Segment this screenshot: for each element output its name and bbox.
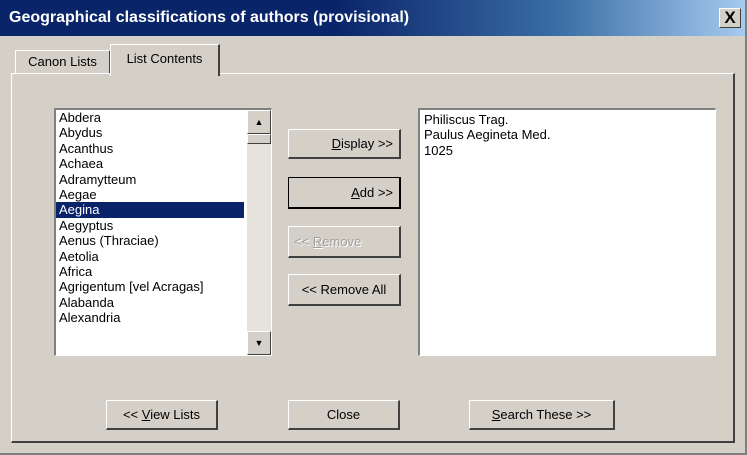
window-title: Geographical classifications of authors … — [9, 9, 410, 26]
scroll-up-arrow-icon[interactable]: ▲ — [247, 110, 271, 134]
list-item[interactable]: Abdera — [56, 110, 244, 125]
scroll-down-arrow-icon[interactable]: ▼ — [247, 331, 271, 355]
locations-list: Abdera Abydus Acanthus Achaea Adramytteum Aeg… — [56, 110, 244, 325]
close-window-button[interactable]: X — [719, 8, 741, 28]
list-item[interactable]: Adramytteum — [56, 172, 244, 187]
list-item[interactable]: Aetolia — [56, 249, 244, 264]
dialog-window: Geographical classifications of authors … — [0, 0, 747, 455]
listbox-scrollbar[interactable]: ▲ ▼ — [247, 110, 271, 355]
list-contents-lines: Philiscus Trag. Paulus Aegineta Med. 1025 — [424, 112, 550, 158]
remove-all-button[interactable]: << Remove All — [288, 274, 401, 306]
scroll-thumb[interactable] — [247, 134, 271, 144]
content-line: Philiscus Trag. — [424, 112, 509, 127]
list-item[interactable]: Aegae — [56, 187, 244, 202]
locations-listbox[interactable]: Abdera Abydus Acanthus Achaea Adramytteum Aeg… — [54, 108, 272, 356]
list-item[interactable]: Achaea — [56, 156, 244, 171]
list-item[interactable]: Acanthus — [56, 141, 244, 156]
list-item[interactable]: Agrigentum [vel Acragas] — [56, 279, 244, 294]
content-line: 1025 — [424, 142, 453, 158]
list-item[interactable]: Abydus — [56, 125, 244, 140]
remove-button[interactable]: << Remove — [288, 226, 401, 258]
close-button[interactable]: Close — [288, 400, 400, 430]
list-item[interactable]: Africa — [56, 264, 244, 279]
view-lists-button[interactable]: << View Lists — [106, 400, 218, 430]
list-item[interactable]: Aegyptus — [56, 218, 244, 233]
add-button[interactable]: Add >> — [288, 177, 401, 209]
display-button[interactable]: Display >> — [288, 129, 401, 159]
tab-list-contents[interactable]: List Contents — [110, 44, 220, 76]
list-item[interactable]: Alabanda — [56, 295, 244, 310]
list-item[interactable]: Aegina — [56, 202, 244, 218]
search-these-button[interactable]: Search These >> — [469, 400, 615, 430]
tab-canon-lists[interactable]: Canon Lists — [15, 50, 111, 74]
title-bar[interactable]: Geographical classifications of authors … — [0, 0, 745, 36]
list-contents-box[interactable]: Philiscus Trag. Paulus Aegineta Med. 1025 — [418, 108, 716, 356]
list-item[interactable]: Aenus (Thraciae) — [56, 233, 244, 248]
content-line: Paulus Aegineta Med. — [424, 127, 551, 143]
list-item[interactable]: Alexandria — [56, 310, 244, 325]
